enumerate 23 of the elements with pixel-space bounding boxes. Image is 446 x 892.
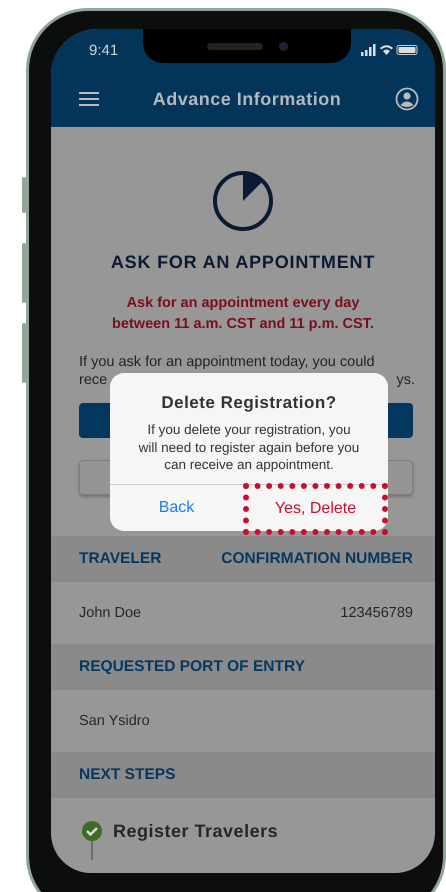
timer-icon — [212, 170, 274, 232]
section-heading: NEXT STEPS — [79, 766, 176, 784]
port-value: San Ysidro — [79, 713, 150, 729]
section-heading: REQUESTED PORT OF ENTRY — [79, 658, 305, 676]
info-text: If you ask for an appointment today, you could — [79, 353, 376, 371]
back-button[interactable]: Back — [110, 484, 243, 530]
info-text: rece — [79, 371, 108, 389]
status-time: 9:41 — [89, 42, 118, 58]
column-header: TRAVELER — [79, 550, 162, 568]
screen-title: Advance Information — [152, 88, 342, 110]
info-text: ys. — [396, 371, 415, 389]
section-title: ASK FOR AN APPOINTMENT — [110, 252, 376, 273]
delete-button[interactable]: Yes, Delete — [243, 482, 388, 534]
menu-icon[interactable] — [79, 92, 99, 106]
table-cell: John Doe — [79, 605, 142, 621]
step-label: Register Travelers — [113, 821, 278, 842]
notice-text: Ask for an appointment every day between 11 a.m. CST and 11 p.m. CST. — [112, 294, 374, 334]
column-header: CONFIRMATION NUMBER — [221, 550, 413, 568]
profile-icon[interactable] — [395, 87, 419, 111]
dialog-message: If you delete your registration, you will need to register again before you can receive an appointment. — [138, 421, 360, 474]
status-icons — [361, 44, 419, 56]
dialog-title: Delete Registration? — [161, 393, 337, 413]
table-cell: 123456789 — [340, 605, 413, 621]
